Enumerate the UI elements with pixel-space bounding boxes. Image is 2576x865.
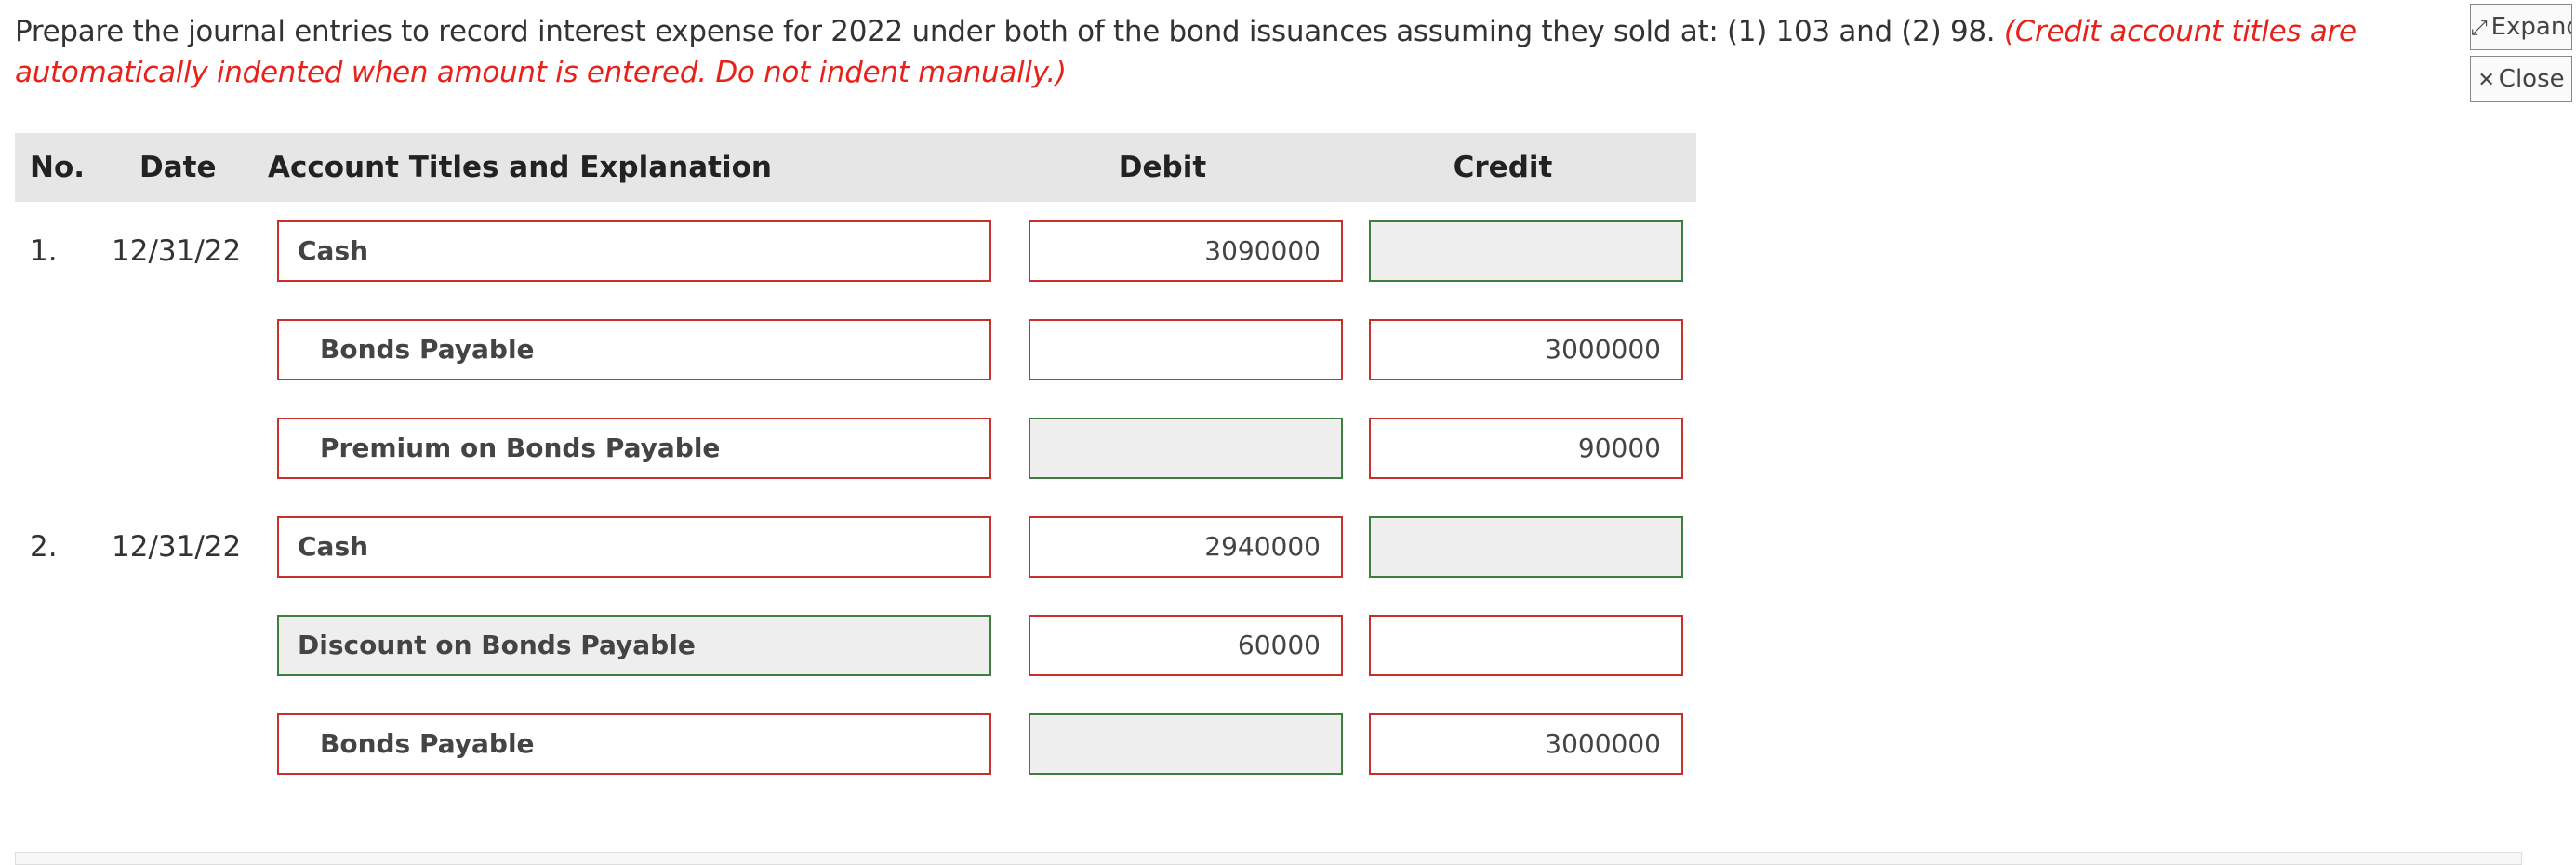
credit-input[interactable]: 3000000	[1369, 319, 1683, 380]
account-title-input[interactable]: Cash	[277, 516, 991, 578]
debit-input[interactable]	[1029, 319, 1343, 380]
account-title-input[interactable]: Premium on Bonds Payable	[277, 418, 991, 479]
debit-input[interactable]	[1029, 418, 1343, 479]
header-credit: Credit	[1453, 151, 1553, 184]
header-date: Date	[139, 151, 217, 184]
account-title-input[interactable]: Bonds Payable	[277, 713, 991, 775]
account-title-input[interactable]: Bonds Payable	[277, 319, 991, 380]
header-no: No.	[30, 151, 86, 184]
table-row: 2. 12/31/22 Cash 2940000	[15, 516, 1696, 578]
close-button[interactable]: ✕ Close	[2470, 56, 2572, 102]
expand-label: Expand	[2490, 13, 2571, 41]
table-header: No. Date Account Titles and Explanation …	[15, 133, 1696, 202]
close-label: Close	[2498, 65, 2565, 93]
expand-icon: ⤢	[2471, 17, 2488, 40]
credit-input[interactable]: 90000	[1369, 418, 1683, 479]
debit-input[interactable]: 60000	[1029, 615, 1343, 676]
bottom-panel-edge	[15, 852, 2522, 865]
credit-input[interactable]	[1369, 220, 1683, 282]
table-row: Discount on Bonds Payable 60000	[15, 615, 1696, 676]
entry-date: 12/31/22	[112, 234, 242, 268]
debit-input[interactable]: 3090000	[1029, 220, 1343, 282]
table-row: 1. 12/31/22 Cash 3090000	[15, 220, 1696, 282]
expand-button[interactable]: ⤢Expand	[2470, 4, 2572, 50]
instructions-text: Prepare the journal entries to record in…	[15, 15, 1996, 48]
table-row: Premium on Bonds Payable 90000	[15, 418, 1696, 479]
header-account: Account Titles and Explanation	[268, 151, 772, 184]
account-title-input[interactable]: Discount on Bonds Payable	[277, 615, 991, 676]
debit-input[interactable]	[1029, 713, 1343, 775]
entry-number: 1.	[30, 234, 58, 268]
panel-tools: ⤢Expand ✕Close	[2470, 4, 2572, 104]
credit-input[interactable]: 3000000	[1369, 713, 1683, 775]
table-row: Bonds Payable 3000000	[15, 713, 1696, 775]
instructions: Prepare the journal entries to record in…	[15, 11, 2461, 93]
credit-input[interactable]	[1369, 615, 1683, 676]
credit-input[interactable]	[1369, 516, 1683, 578]
header-debit: Debit	[1118, 151, 1207, 184]
account-title-input[interactable]: Cash	[277, 220, 991, 282]
close-icon: ✕	[2477, 69, 2495, 92]
table-row: Bonds Payable 3000000	[15, 319, 1696, 380]
entry-date: 12/31/22	[112, 530, 242, 564]
debit-input[interactable]: 2940000	[1029, 516, 1343, 578]
entry-number: 2.	[30, 530, 58, 564]
